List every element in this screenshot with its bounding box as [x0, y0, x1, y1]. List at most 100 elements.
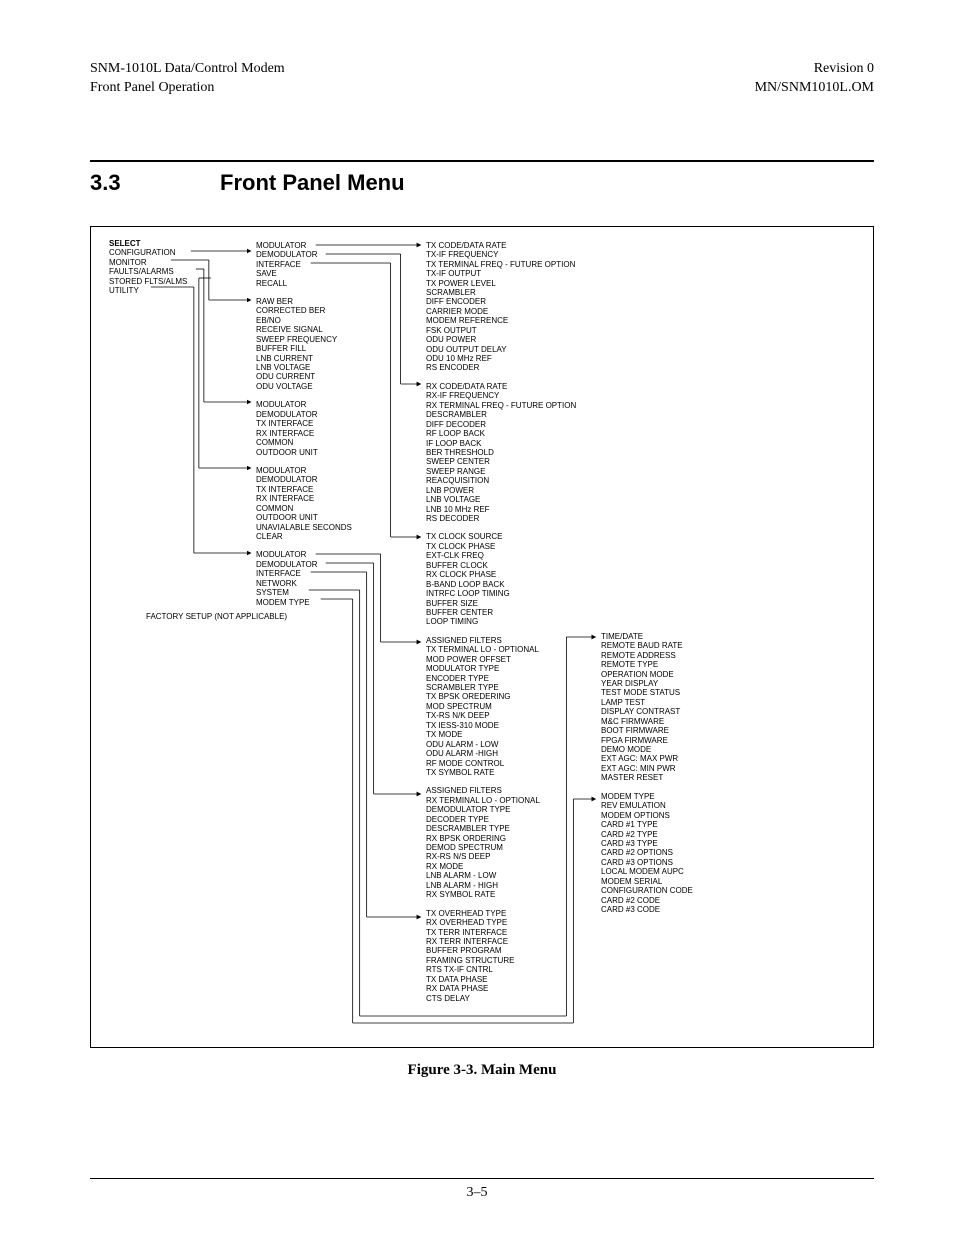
menu-item: RAW BER — [256, 297, 352, 306]
menu-item: LNB ALARM - LOW — [426, 871, 576, 880]
menu-item: LNB CURRENT — [256, 354, 352, 363]
menu-item: UTILITY — [109, 286, 187, 295]
menu-item: MODULATOR TYPE — [426, 664, 576, 673]
menu-item: TX POWER LEVEL — [426, 279, 576, 288]
menu-item: ODU POWER — [426, 335, 576, 344]
menu-item: IF LOOP BACK — [426, 439, 576, 448]
header-left-line1: SNM-1010L Data/Control Modem — [90, 60, 285, 79]
menu-item: LNB POWER — [426, 486, 576, 495]
menu-item: NETWORK — [256, 579, 352, 588]
menu-item: BUFFER SIZE — [426, 599, 576, 608]
menu-item: MOD SPECTRUM — [426, 702, 576, 711]
menu-item: TX CLOCK PHASE — [426, 542, 576, 551]
menu-item: INTERFACE — [256, 569, 352, 578]
page-header: SNM-1010L Data/Control Modem Front Panel… — [90, 60, 874, 98]
menu-item: MASTER RESET — [601, 773, 693, 782]
menu-tree-diagram: SELECT CONFIGURATIONMONITORFAULTS/ALARMS… — [90, 226, 874, 1048]
menu-item: SWEEP RANGE — [426, 467, 576, 476]
menu-item: TX MODE — [426, 730, 576, 739]
menu-item: SWEEP CENTER — [426, 457, 576, 466]
menu-item: REACQUISITION — [426, 476, 576, 485]
menu-item: DISPLAY CONTRAST — [601, 707, 693, 716]
menu-item: FRAMING STRUCTURE — [426, 956, 576, 965]
menu-item: DIFF ENCODER — [426, 297, 576, 306]
menu-item: RX TERMINAL FREQ - FUTURE OPTION — [426, 401, 576, 410]
menu-item: CTS DELAY — [426, 994, 576, 1003]
menu-item: DEMOD SPECTRUM — [426, 843, 576, 852]
menu-group: TIME/DATEREMOTE BAUD RATEREMOTE ADDRESSR… — [601, 632, 693, 783]
menu-item: RX INTERFACE — [256, 494, 352, 503]
menu-group: TX CODE/DATA RATETX-IF FREQUENCYTX TERMI… — [426, 241, 576, 373]
menu-item: ODU OUTPUT DELAY — [426, 345, 576, 354]
menu-item: REV EMULATION — [601, 801, 693, 810]
menu-group: RAW BERCORRECTED BEREB/NORECEIVE SIGNALS… — [256, 297, 352, 391]
menu-col-2: MODULATORDEMODULATORINTERFACESAVERECALLR… — [256, 241, 352, 616]
header-right: Revision 0 MN/SNM1010L.OM — [755, 60, 874, 98]
menu-item: RX TERMINAL LO - OPTIONAL — [426, 796, 576, 805]
menu-group: TX CLOCK SOURCETX CLOCK PHASEEXT-CLK FRE… — [426, 532, 576, 626]
menu-item: CARD #2 CODE — [601, 896, 693, 905]
menu-item: MODEM SERIAL — [601, 877, 693, 886]
menu-item: BUFFER CLOCK — [426, 561, 576, 570]
menu-group: MODULATORDEMODULATORTX INTERFACERX INTER… — [256, 466, 352, 542]
menu-item: RF MODE CONTROL — [426, 759, 576, 768]
menu-item: LAMP TEST — [601, 698, 693, 707]
menu-item: TX DATA PHASE — [426, 975, 576, 984]
menu-group: RX CODE/DATA RATERX-IF FREQUENCYRX TERMI… — [426, 382, 576, 524]
menu-item: RX OVERHEAD TYPE — [426, 918, 576, 927]
menu-item: TX-RS N/K DEEP — [426, 711, 576, 720]
menu-item: DEMODULATOR — [256, 475, 352, 484]
menu-item: ASSIGNED FILTERS — [426, 636, 576, 645]
menu-col-1: SELECT CONFIGURATIONMONITORFAULTS/ALARMS… — [109, 239, 187, 296]
menu-item: MODULATOR — [256, 400, 352, 409]
menu-item: SCRAMBLER — [426, 288, 576, 297]
menu-item: LOCAL MODEM AUPC — [601, 867, 693, 876]
menu-group: ASSIGNED FILTERSTX TERMINAL LO - OPTIONA… — [426, 636, 576, 778]
menu-item: FPGA FIRMWARE — [601, 736, 693, 745]
menu-item: MOD POWER OFFSET — [426, 655, 576, 664]
menu-item: ODU CURRENT — [256, 372, 352, 381]
menu-item: EXT AGC: MIN PWR — [601, 764, 693, 773]
menu-item: MODEM REFERENCE — [426, 316, 576, 325]
menu-item: MODEM OPTIONS — [601, 811, 693, 820]
menu-item: LNB VOLTAGE — [426, 495, 576, 504]
menu-item: SCRAMBLER TYPE — [426, 683, 576, 692]
menu-item: REMOTE BAUD RATE — [601, 641, 693, 650]
menu-item: TX TERR INTERFACE — [426, 928, 576, 937]
menu-item: REMOTE ADDRESS — [601, 651, 693, 660]
menu-item: ODU ALARM -HIGH — [426, 749, 576, 758]
menu-item: TX CLOCK SOURCE — [426, 532, 576, 541]
menu-item: DEMODULATOR — [256, 250, 352, 259]
header-left: SNM-1010L Data/Control Modem Front Panel… — [90, 60, 285, 98]
menu-item: ODU VOLTAGE — [256, 382, 352, 391]
footer-rule — [90, 1178, 874, 1179]
menu-item: RX CODE/DATA RATE — [426, 382, 576, 391]
menu-item: RECALL — [256, 279, 352, 288]
menu-item: MODULATOR — [256, 241, 352, 250]
menu-group: MODEM TYPEREV EMULATIONMODEM OPTIONSCARD… — [601, 792, 693, 915]
menu-item: DEMODULATOR — [256, 410, 352, 419]
menu-item: UNAVIALABLE SECONDS — [256, 523, 352, 532]
menu-item: DIFF DECODER — [426, 420, 576, 429]
menu-item: RS ENCODER — [426, 363, 576, 372]
menu-item: TX TERMINAL LO - OPTIONAL — [426, 645, 576, 654]
menu-item: TX-IF OUTPUT — [426, 269, 576, 278]
menu-item: CARRIER MODE — [426, 307, 576, 316]
menu-item: LNB 10 MHz REF — [426, 505, 576, 514]
menu-item: ODU 10 MHz REF — [426, 354, 576, 363]
menu-item: COMMON — [256, 504, 352, 513]
menu-item: OPERATION MODE — [601, 670, 693, 679]
menu-item: RX TERR INTERFACE — [426, 937, 576, 946]
menu-item: M&C FIRMWARE — [601, 717, 693, 726]
factory-setup-note: FACTORY SETUP (NOT APPLICABLE) — [146, 612, 287, 621]
menu-item: RX BPSK ORDERING — [426, 834, 576, 843]
menu-item: MODULATOR — [256, 550, 352, 559]
menu-group: ASSIGNED FILTERSRX TERMINAL LO - OPTIONA… — [426, 786, 576, 899]
header-right-line1: Revision 0 — [755, 60, 874, 79]
menu-item: EXT-CLK FREQ — [426, 551, 576, 560]
menu-item: OUTDOOR UNIT — [256, 448, 352, 457]
section-title-text: Front Panel Menu — [220, 170, 405, 195]
menu-item: B-BAND LOOP BACK — [426, 580, 576, 589]
menu-item: EB/NO — [256, 316, 352, 325]
menu-item: COMMON — [256, 438, 352, 447]
